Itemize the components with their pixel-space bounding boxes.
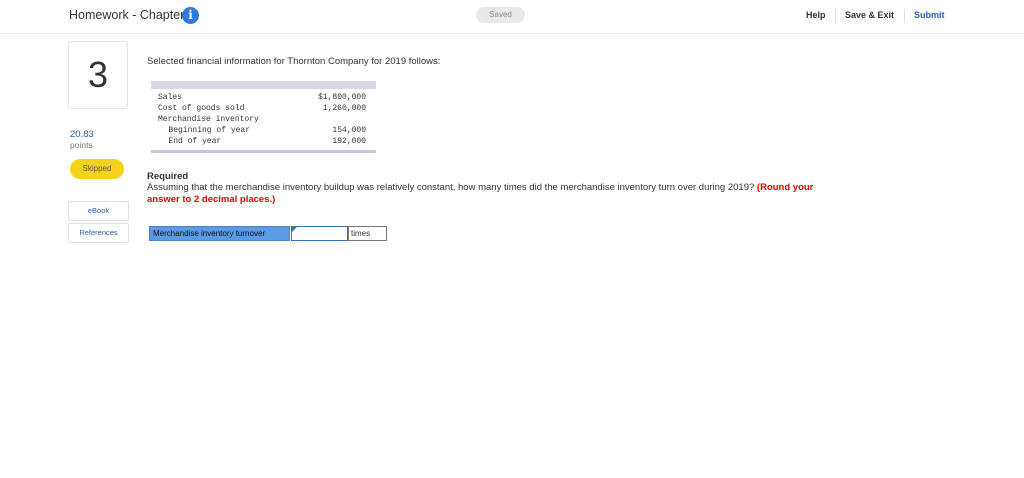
answer-unit: times [348, 226, 387, 241]
financial-info-table: Sales $1,800,000 Cost of goods sold 1,26… [151, 81, 376, 153]
answer-label: Merchandise inventory turnover [149, 226, 290, 241]
required-instructions: Assuming that the merchandise inventory … [147, 182, 827, 205]
row-value: 154,000 [332, 126, 366, 135]
table-row: Merchandise inventory [151, 115, 376, 126]
skipped-badge: Skipped [70, 159, 124, 179]
points-value: 20.83 [70, 129, 94, 140]
saved-status-badge: Saved [476, 7, 525, 23]
table-row: Sales $1,800,000 [151, 93, 376, 104]
header-divider [835, 9, 836, 23]
question-number: 3 [68, 41, 128, 109]
points-label: points [70, 140, 93, 150]
table-header-band [151, 81, 376, 89]
row-value: 1,260,000 [322, 104, 366, 113]
row-label: Merchandise inventory [158, 115, 259, 124]
header-divider [904, 9, 905, 23]
submit-button[interactable]: Submit [914, 10, 945, 20]
row-label: Beginning of year [154, 126, 251, 135]
required-heading: Required [147, 171, 189, 182]
assignment-title: Homework - Chapter 9 [69, 8, 195, 22]
table-row: End of year 192,000 [151, 137, 376, 148]
top-bar: Homework - Chapter 9 i Saved Help Save &… [0, 0, 1024, 34]
table-row: Beginning of year 154,000 [151, 126, 376, 137]
row-label: Cost of goods sold [158, 104, 245, 113]
help-button[interactable]: Help [806, 10, 826, 20]
table-row: Cost of goods sold 1,260,000 [151, 104, 376, 115]
references-button[interactable]: References [68, 223, 129, 243]
row-value: 192,000 [332, 137, 366, 146]
row-label: End of year [154, 137, 222, 146]
required-text: Assuming that the merchandise inventory … [147, 182, 755, 193]
table-footer-band [151, 150, 376, 153]
question-intro: Selected financial information for Thorn… [147, 56, 441, 67]
row-value: $1,800,000 [317, 93, 366, 102]
row-label: Sales [158, 93, 183, 102]
save-exit-button[interactable]: Save & Exit [845, 10, 894, 20]
input-marker-icon [292, 227, 297, 232]
info-icon[interactable]: i [182, 7, 199, 24]
ebook-button[interactable]: eBook [68, 201, 129, 221]
turnover-answer-input[interactable] [291, 226, 348, 241]
